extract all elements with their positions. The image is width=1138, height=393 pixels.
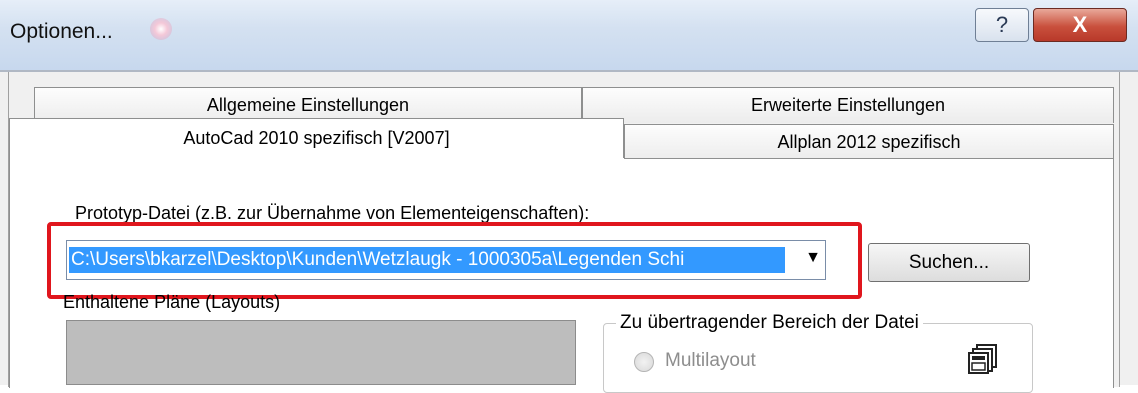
tab-erweiterte-einstellungen[interactable]: Erweiterte Einstellungen	[582, 87, 1114, 123]
transfer-area-group-title: Zu übertragender Bereich der Datei	[616, 312, 923, 334]
layouts-list[interactable]	[66, 320, 576, 385]
highlight-box	[47, 222, 862, 299]
help-button[interactable]: ?	[975, 8, 1029, 42]
tab-autocad-2010[interactable]: AutoCad 2010 spezifisch [V2007]	[9, 118, 624, 158]
search-button[interactable]: Suchen...	[868, 243, 1030, 282]
window-title: Optionen...	[10, 20, 113, 43]
title-bar: Optionen... ? X	[0, 0, 1138, 70]
cursor-highlight	[150, 18, 172, 40]
multilayout-icon	[968, 344, 997, 374]
tab-panel-divider	[624, 158, 1114, 159]
prototype-file-label: Prototyp-Datei (z.B. zur Übernahme von E…	[75, 203, 590, 223]
tab-allplan-2012[interactable]: Allplan 2012 spezifisch	[624, 124, 1114, 160]
layouts-label: Enthaltene Pläne (Layouts)	[63, 292, 281, 312]
multilayout-radio[interactable]	[634, 352, 654, 372]
close-button[interactable]: X	[1033, 8, 1127, 42]
multilayout-label: Multilayout	[665, 350, 756, 371]
